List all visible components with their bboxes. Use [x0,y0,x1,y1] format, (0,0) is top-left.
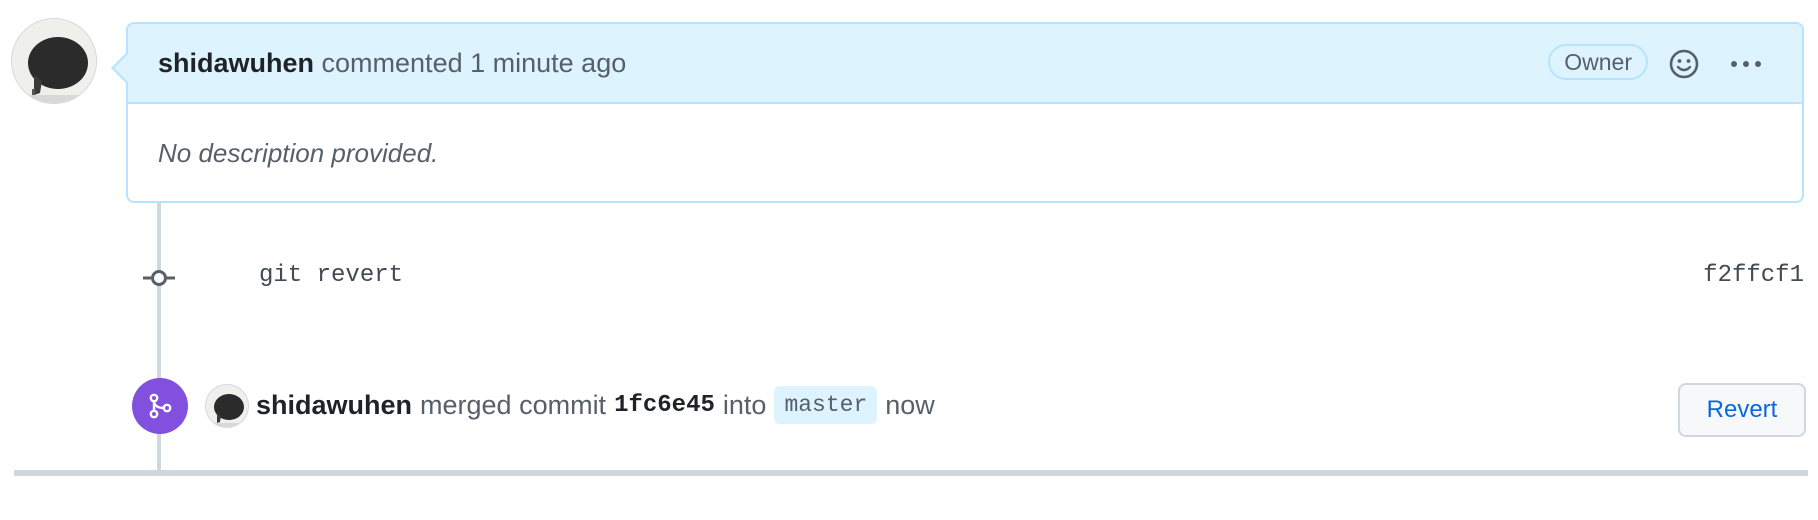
git-commit-icon [142,266,176,290]
more-options-button[interactable] [1728,48,1764,80]
add-reaction-button[interactable] [1666,46,1702,82]
comment-caret [111,52,128,84]
timeline-divider [14,470,1808,476]
branch-name[interactable]: master [774,386,878,424]
comment-author-link[interactable]: shidawuhen [158,48,314,78]
comment-action: commented [321,47,463,78]
author-avatar[interactable] [12,19,96,103]
comment-header-text: shidawuhen commented 1 minute ago [158,48,626,79]
merged-badge [132,378,188,434]
kebab-horizontal-icon [1731,61,1761,67]
merger-avatar[interactable] [206,385,248,427]
smiley-icon [1669,49,1699,79]
comment-body: No description provided. [158,138,439,168]
git-merge-icon [149,393,172,419]
merge-preposition: into [722,389,767,420]
merge-author-link[interactable]: shidawuhen [256,390,412,421]
commit-sha-link[interactable]: f2ffcf1 [1703,262,1804,289]
owner-badge: Owner [1548,44,1648,80]
comment-header: shidawuhen commented 1 minute ago Owner [111,24,1802,104]
merge-time[interactable]: now [885,390,935,421]
revert-button[interactable]: Revert [1678,383,1806,437]
merge-commit-sha-link[interactable]: 1fc6e45 [614,392,715,419]
merge-event-text: shidawuhen merged commit 1fc6e45 into ma… [256,386,935,424]
comment-time[interactable]: 1 minute ago [470,48,626,78]
comment-box: shidawuhen commented 1 minute ago Owner … [111,22,1804,203]
merge-action: merged commit [420,389,607,420]
commit-message-link[interactable]: git revert [259,262,403,289]
